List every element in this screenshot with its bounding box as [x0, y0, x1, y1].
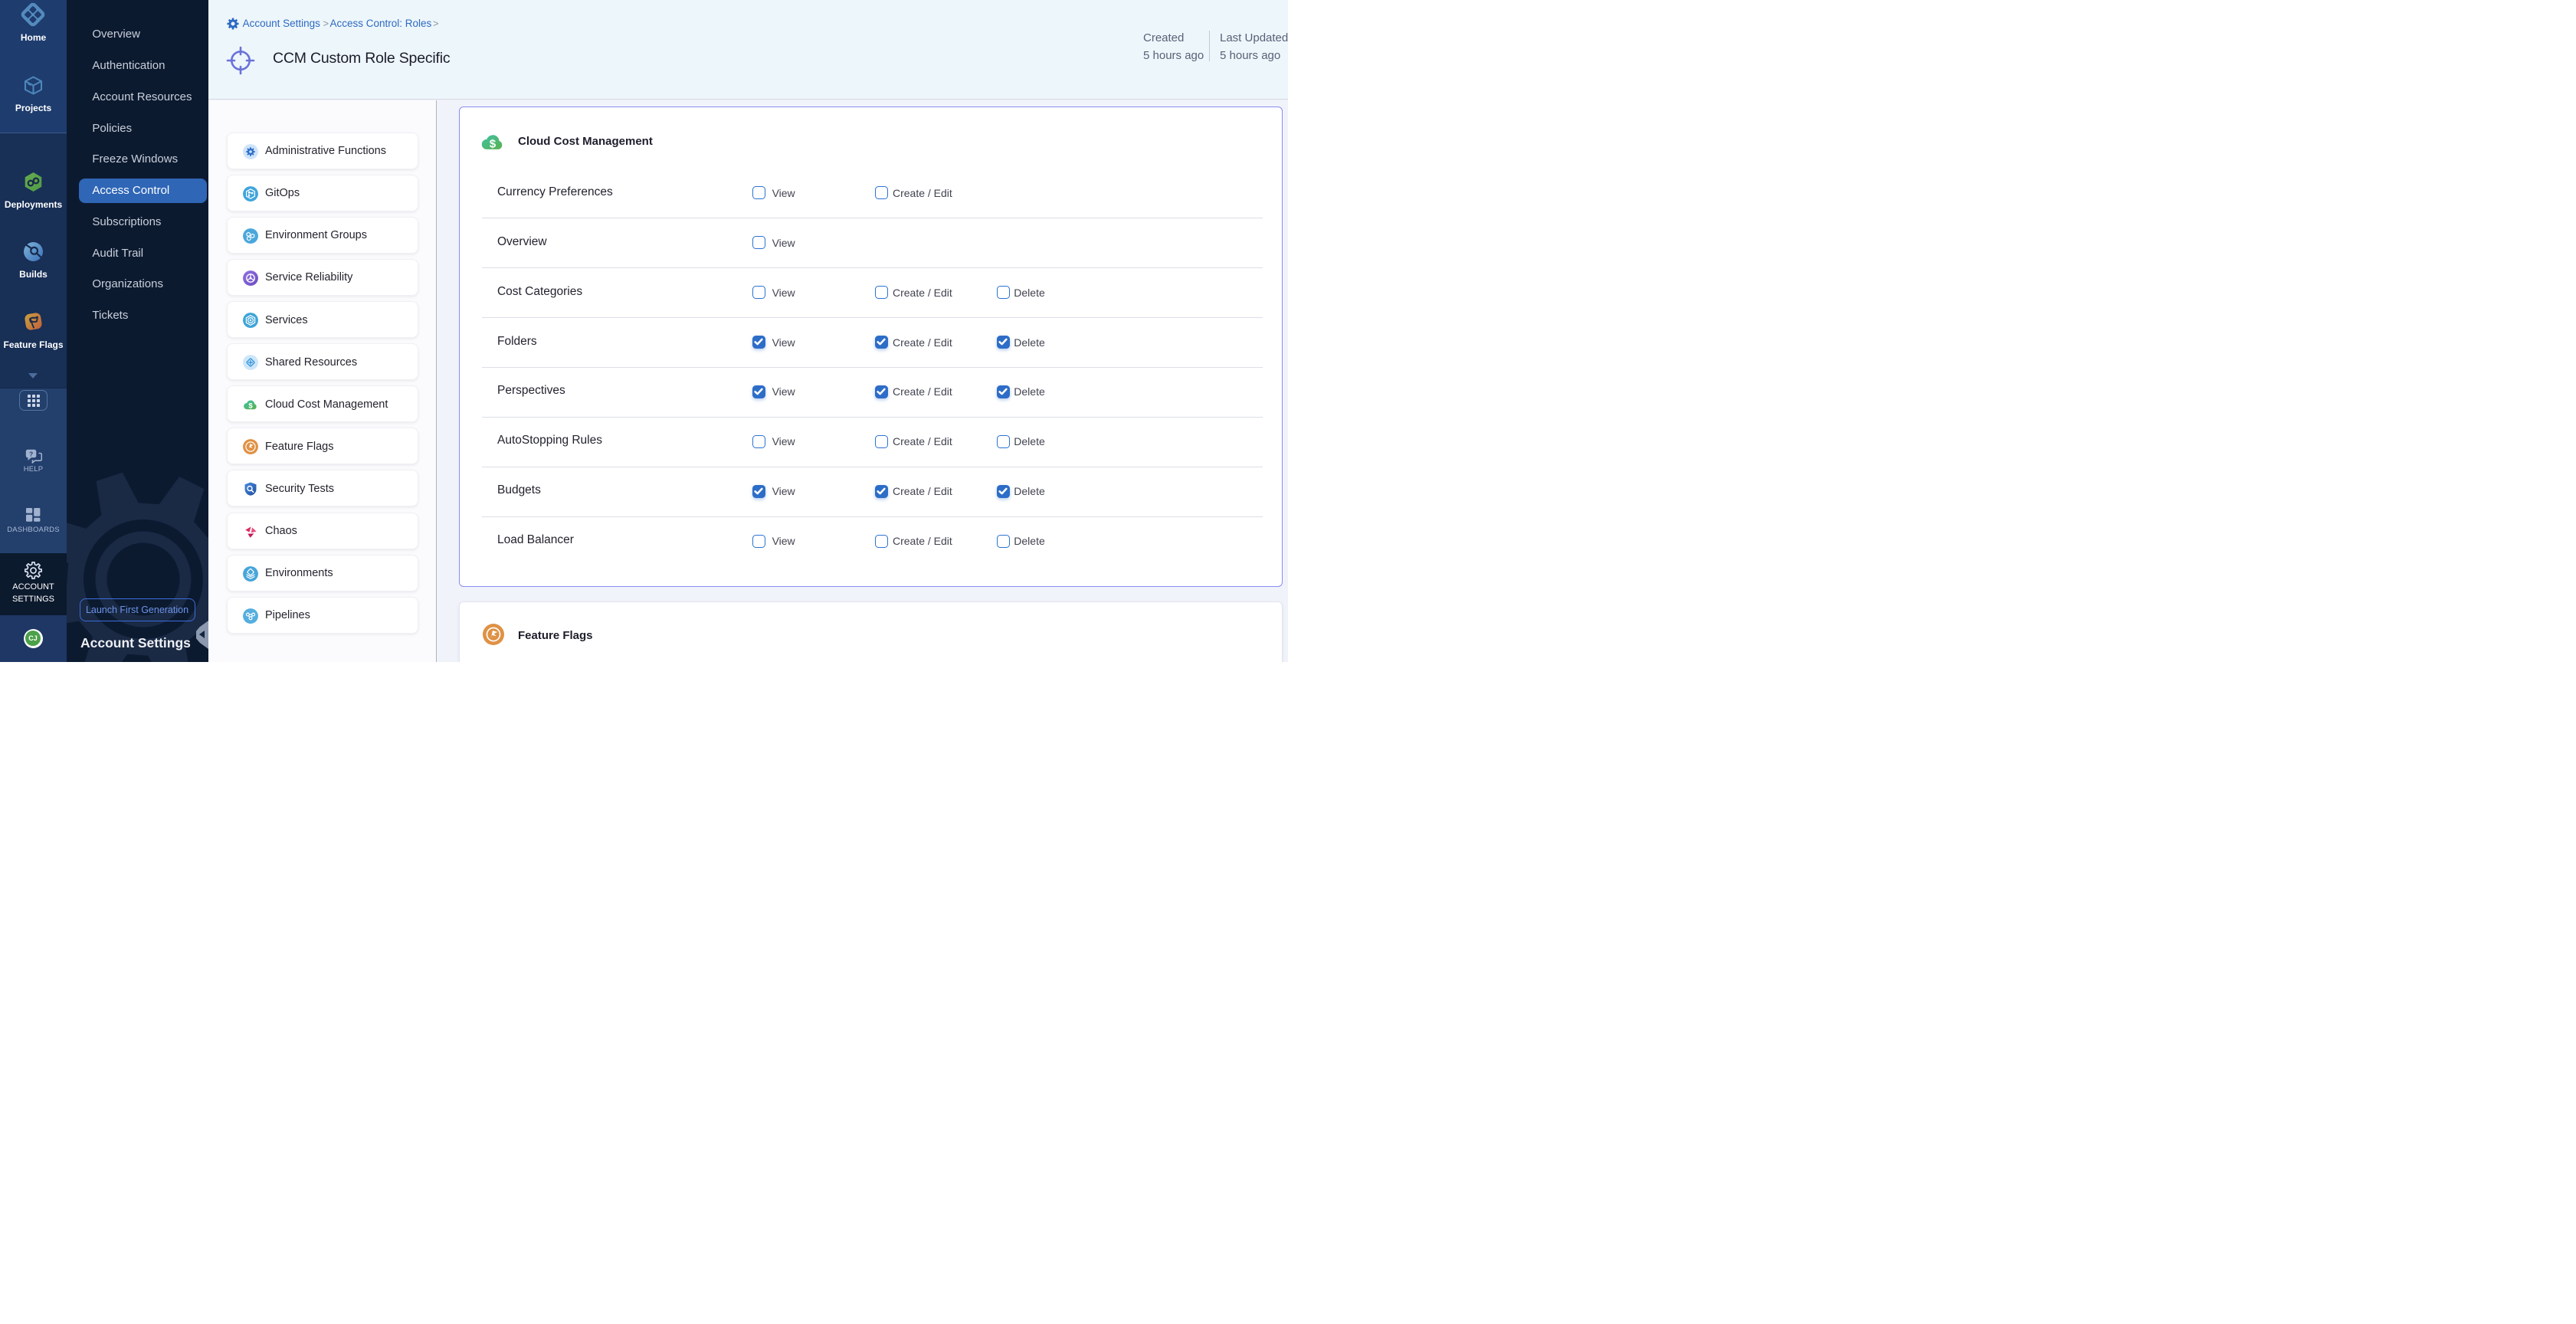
svg-text:$: $ [248, 402, 253, 411]
svg-text:?: ? [29, 450, 33, 457]
svg-text:$: $ [490, 137, 497, 150]
